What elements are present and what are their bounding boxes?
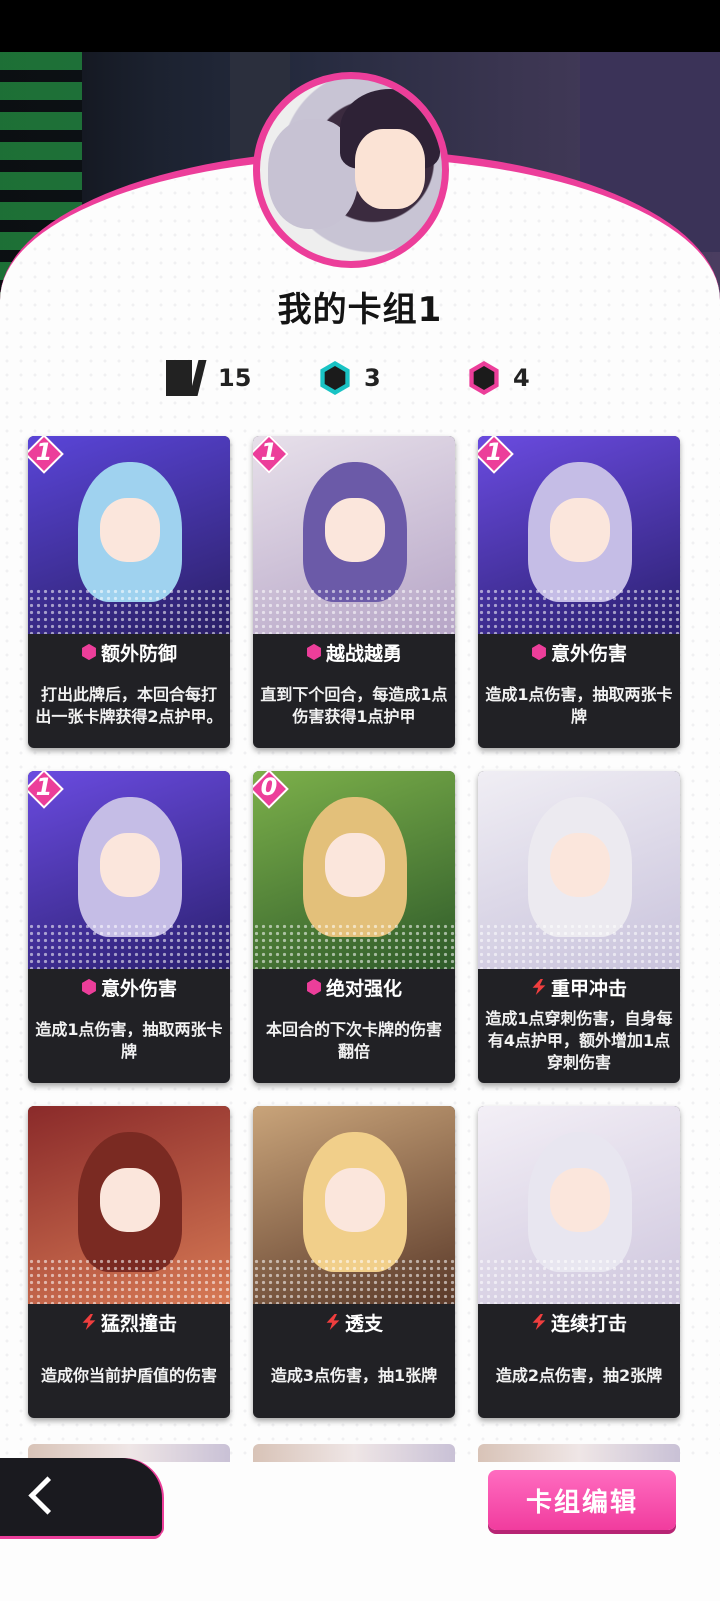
card-description: 打出此牌后，本回合每打出一张卡牌获得2点护甲。 [35, 685, 223, 726]
card-description: 造成1点伤害，抽取两张卡牌 [485, 685, 673, 726]
shield-icon [307, 979, 321, 995]
card-character-face [550, 1168, 610, 1232]
status-bar [0, 0, 720, 52]
card-name: 意外伤害 [478, 634, 680, 670]
card-name: 重甲冲击 [478, 969, 680, 1005]
card-cost-badge: 1 [478, 436, 514, 474]
shield-icon [307, 644, 321, 660]
card-cost-value: 1 [485, 438, 503, 466]
card-name-label: 意外伤害 [100, 977, 177, 1000]
card-cost-badge: 1 [28, 771, 64, 809]
cards-icon [166, 358, 208, 398]
card-description: 造成你当前护盾值的伤害 [40, 1366, 217, 1385]
card-cost-value: 1 [35, 438, 53, 466]
shield-icon [82, 979, 96, 995]
card-name: 透支 [253, 1304, 455, 1340]
card-name-label: 意外伤害 [550, 642, 627, 665]
bolt-icon [532, 1314, 546, 1330]
card-art [253, 1106, 455, 1304]
card-art [28, 1106, 230, 1304]
pink-hex-icon [469, 361, 499, 395]
edit-deck-button[interactable]: 卡组编辑 [488, 1470, 676, 1530]
card[interactable]: 1 越战越勇直到下个回合，每造成1点伤害获得1点护甲 [253, 436, 455, 748]
chevron-left-icon [28, 1476, 67, 1515]
card-name-label: 透支 [344, 1312, 383, 1335]
card-name-label: 额外防御 [100, 642, 177, 665]
card-name: 猛烈撞击 [28, 1304, 230, 1340]
card-name: 额外防御 [28, 634, 230, 670]
card-cost-value: 1 [35, 773, 53, 801]
teal-hex-icon [320, 361, 350, 395]
card-character-face [550, 498, 610, 562]
card[interactable]: 重甲冲击造成1点穿刺伤害，自身每有4点护甲，额外增加1点穿刺伤害 [478, 771, 680, 1083]
card-name: 绝对强化 [253, 969, 455, 1005]
shield-icon [82, 644, 96, 660]
card-count-value: 15 [218, 364, 252, 392]
avatar-face [355, 129, 425, 209]
card[interactable]: 1 意外伤害造成1点伤害，抽取两张卡牌 [478, 436, 680, 748]
pink-cost-stat: 4 [467, 358, 530, 398]
deck-avatar [253, 72, 449, 268]
card-character-face [325, 833, 385, 897]
card[interactable]: 1 额外防御打出此牌后，本回合每打出一张卡牌获得2点护甲。 [28, 436, 230, 748]
card[interactable]: 0 绝对强化本回合的下次卡牌的伤害翻倍 [253, 771, 455, 1083]
card-art [478, 771, 680, 969]
card-description: 造成3点伤害，抽1张牌 [270, 1366, 438, 1385]
card[interactable]: 连续打击造成2点伤害，抽2张牌 [478, 1106, 680, 1418]
card-name-label: 绝对强化 [325, 977, 402, 1000]
card-character-face [100, 1168, 160, 1232]
card-name-label: 越战越勇 [325, 642, 402, 665]
card-description: 直到下个回合，每造成1点伤害获得1点护甲 [260, 685, 448, 726]
card-name-label: 重甲冲击 [550, 977, 627, 1000]
card-art [478, 1106, 680, 1304]
card-description: 本回合的下次卡牌的伤害翻倍 [265, 1020, 442, 1061]
card-name: 意外伤害 [28, 969, 230, 1005]
card-name: 连续打击 [478, 1304, 680, 1340]
card-cost-value: 1 [260, 438, 278, 466]
card-count-stat: 15 [166, 358, 251, 398]
card[interactable]: 透支造成3点伤害，抽1张牌 [253, 1106, 455, 1418]
pink-count-value: 4 [513, 364, 530, 392]
back-button[interactable] [0, 1458, 162, 1536]
card-character-face [325, 1168, 385, 1232]
card-name: 越战越勇 [253, 634, 455, 670]
bolt-icon [532, 979, 546, 995]
card[interactable]: 1 意外伤害造成1点伤害，抽取两张卡牌 [28, 771, 230, 1083]
card-cost-badge: 1 [28, 436, 64, 474]
card-description: 造成2点伤害，抽2张牌 [495, 1366, 663, 1385]
card[interactable]: 猛烈撞击造成你当前护盾值的伤害 [28, 1106, 230, 1418]
card-cost-value: 0 [260, 773, 278, 801]
bolt-icon [326, 1314, 340, 1330]
card-character-face [100, 833, 160, 897]
card-cost-badge: 0 [253, 771, 289, 809]
card-name-label: 连续打击 [550, 1312, 627, 1335]
card-character-face [100, 498, 160, 562]
card-description: 造成1点伤害，抽取两张卡牌 [35, 1020, 223, 1061]
shield-icon [532, 644, 546, 660]
bolt-icon [82, 1314, 96, 1330]
card-name-label: 猛烈撞击 [100, 1312, 177, 1335]
card-description: 造成1点穿刺伤害，自身每有4点护甲，额外增加1点穿刺伤害 [485, 1009, 673, 1072]
teal-cost-stat: 3 [318, 358, 381, 398]
teal-count-value: 3 [364, 364, 381, 392]
card-character-face [550, 833, 610, 897]
card-cost-badge: 1 [253, 436, 289, 474]
deck-title: 我的卡组1 [277, 290, 443, 330]
card-character-face [325, 498, 385, 562]
